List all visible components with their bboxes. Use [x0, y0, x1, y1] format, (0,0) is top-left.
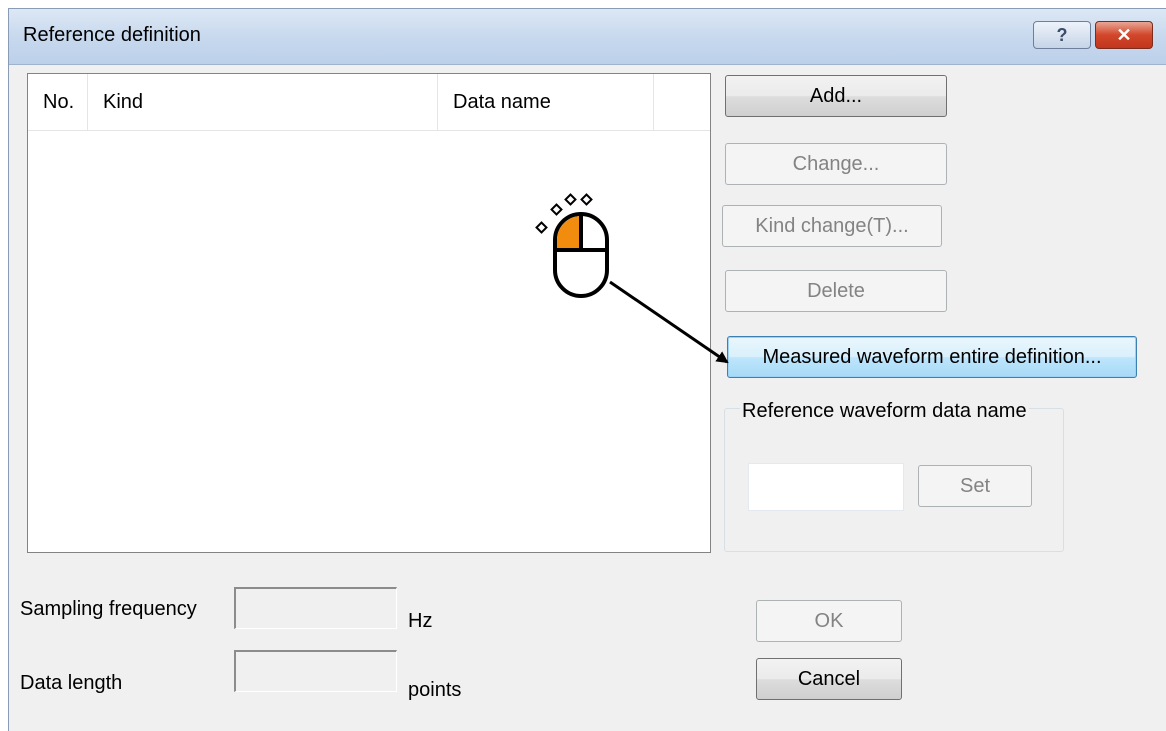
reference-list[interactable]: No. Kind Data name: [27, 73, 711, 553]
help-button[interactable]: ?: [1033, 21, 1091, 49]
delete-button[interactable]: Delete: [725, 270, 947, 312]
list-header: No. Kind Data name: [28, 74, 710, 131]
ok-button[interactable]: OK: [756, 600, 902, 642]
column-header-filler: [654, 74, 710, 130]
add-button[interactable]: Add...: [725, 75, 947, 117]
reference-name-input[interactable]: [748, 463, 904, 511]
help-icon: ?: [1056, 24, 1068, 45]
title-bar[interactable]: Reference definition ? ✕: [9, 9, 1166, 65]
sampling-frequency-field[interactable]: [234, 587, 397, 629]
close-icon: ✕: [1116, 24, 1132, 45]
kind-change-button[interactable]: Kind change(T)...: [722, 205, 942, 247]
close-button[interactable]: ✕: [1095, 21, 1153, 49]
data-length-unit-label: points: [408, 679, 462, 701]
measured-waveform-definition-button[interactable]: Measured waveform entire definition...: [727, 336, 1137, 378]
change-button[interactable]: Change...: [725, 143, 947, 185]
sampling-frequency-label: Sampling frequency: [20, 598, 197, 620]
group-label: Reference waveform data name: [740, 400, 1029, 423]
cancel-button[interactable]: Cancel: [756, 658, 902, 700]
set-button[interactable]: Set: [918, 465, 1032, 507]
column-header-no[interactable]: No.: [28, 74, 88, 130]
column-header-kind[interactable]: Kind: [88, 74, 438, 130]
dialog-title: Reference definition: [23, 24, 201, 46]
sampling-unit-label: Hz: [408, 610, 433, 632]
data-length-label: Data length: [20, 672, 123, 694]
column-header-data-name[interactable]: Data name: [438, 74, 654, 130]
data-length-field[interactable]: [234, 650, 397, 692]
